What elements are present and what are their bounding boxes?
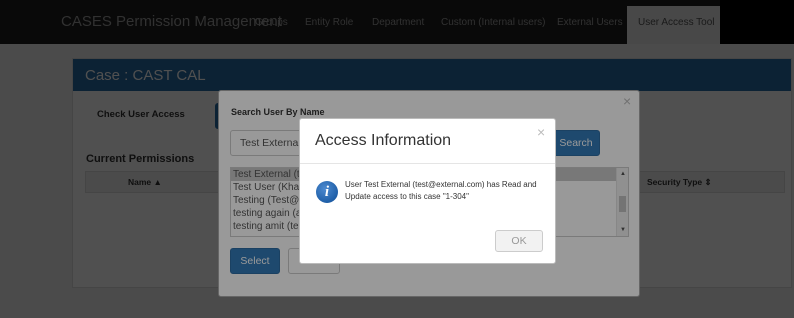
dialog-close-icon[interactable]: × [537, 124, 545, 140]
info-icon: i [316, 181, 338, 203]
access-information-dialog: Access Information × i User Test Externa… [299, 118, 556, 264]
access-message: User Test External (test@external.com) h… [345, 180, 537, 201]
ok-button[interactable]: OK [495, 230, 543, 252]
dialog-title: Access Information [315, 132, 452, 149]
dialog-divider [300, 163, 555, 164]
